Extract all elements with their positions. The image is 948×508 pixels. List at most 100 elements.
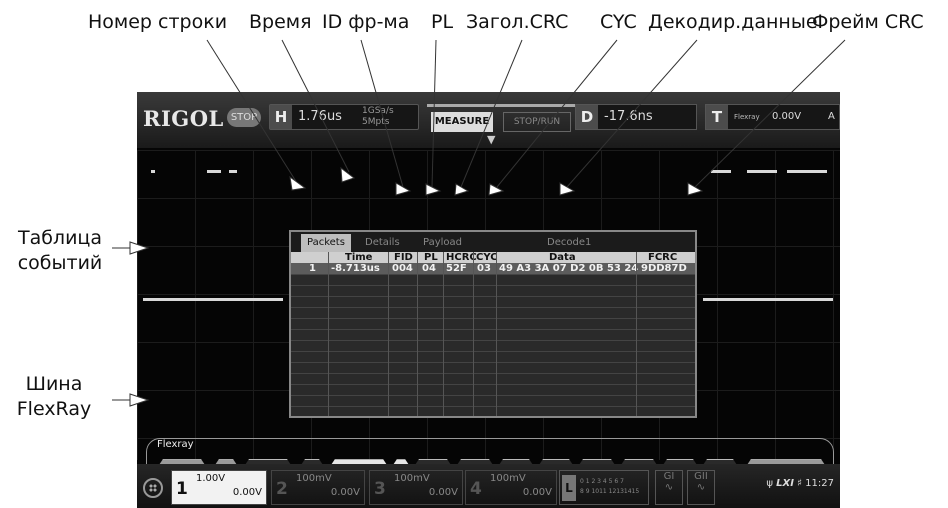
channel-scale: 100mV — [490, 473, 526, 484]
channel-2[interactable]: 2 100mV 0.00V — [271, 470, 365, 505]
empty-rows — [291, 274, 695, 416]
generator-1-button[interactable]: GI ∿ — [655, 470, 683, 505]
cell-fid: 004 — [392, 263, 413, 274]
trigger-source: Flexray — [734, 113, 760, 121]
channel-number: 1 — [176, 479, 188, 499]
anno-row-number: Номер строки — [88, 11, 228, 33]
stop-run-button[interactable]: STOP/RUN — [503, 112, 571, 132]
sine-wave-icon: ∿ — [696, 482, 706, 493]
cell-hcrc: 52F — [446, 263, 467, 274]
bottom-channel-bar: 1 1.00V 0.00V 2 100mV 0.00V 3 100mV 0.00… — [137, 464, 840, 508]
column-divider — [496, 252, 497, 416]
sample-info: 1GSa/s 5Mpts — [362, 106, 394, 128]
memory-depth: 5Mpts — [362, 117, 390, 127]
channel-number: 2 — [276, 479, 288, 499]
tab-packets[interactable]: Packets — [301, 234, 351, 252]
channel-4[interactable]: 4 100mV 0.00V — [465, 470, 557, 505]
trace-fragment — [207, 170, 221, 173]
sine-wave-icon: ∿ — [664, 482, 674, 493]
cell-time: -8.713us — [331, 263, 380, 274]
anno-frame-crc: Фрейм CRC — [812, 11, 924, 33]
waveform-position-bar — [427, 104, 577, 107]
sample-rate: 1GSa/s — [362, 106, 394, 116]
rigol-logo: RIGOL — [143, 106, 224, 131]
col-fid: FID — [394, 252, 413, 263]
channel-number: 4 — [470, 479, 482, 499]
anno-time: Время — [249, 11, 312, 33]
channel-scale: 100mV — [296, 473, 332, 484]
channel-offset: 0.00V — [428, 487, 458, 498]
usb-icon: ψ — [766, 478, 773, 489]
run-state-badge[interactable]: STOP — [227, 108, 261, 127]
waveform-grid: Packets Details Payload Decode1 Time FID… — [137, 150, 840, 490]
tab-details[interactable]: Details — [359, 234, 406, 252]
bus-label: Flexray — [157, 439, 194, 450]
trace-fragment — [229, 170, 237, 173]
cell-fcrc: 9DD87D — [641, 263, 687, 274]
logic-bits: 0 1 2 3 4 5 6 7 8 9 1011 12131415 — [580, 477, 639, 497]
anno-decoded-data: Декодир.данные — [648, 11, 818, 33]
channel-offset: 0.00V — [232, 487, 262, 498]
cell-index: 1 — [309, 263, 316, 274]
generator-2-label: GII — [694, 471, 708, 482]
lxi-logo: LXI — [776, 478, 794, 489]
logic-bits-bottom: 8 9 1011 12131415 — [580, 488, 640, 495]
trigger-mode: A — [828, 111, 835, 122]
col-fcrc: FCRC — [648, 252, 678, 263]
generator-1-label: GI — [663, 471, 675, 482]
column-divider — [636, 252, 637, 416]
event-table[interactable]: Packets Details Payload Decode1 Time FID… — [289, 230, 697, 418]
clock-time: 11:27 — [805, 478, 834, 489]
channel-1[interactable]: 1 1.00V 0.00V — [171, 470, 267, 505]
anno-bus-line2: FlexRay — [16, 398, 92, 420]
horizontal-timebase[interactable]: H 1.76us 1GSa/s 5Mpts — [269, 104, 419, 130]
measure-button[interactable]: MEASURE — [431, 112, 493, 132]
event-table-header: Time FID PL HCRC CYC Data FCRC — [291, 252, 695, 263]
trace-line — [703, 298, 833, 301]
anno-bus: Шина FlexRay — [4, 372, 104, 422]
status-area: ψ LXI ♯ 11:27 — [766, 478, 834, 489]
anno-event-table-line1: Таблица — [17, 227, 103, 249]
col-data: Data — [549, 252, 576, 263]
cell-data: 49 A3 3A 07 D2 0B 53 24 — [499, 263, 639, 274]
horizontal-key: H — [270, 105, 292, 129]
delay-box[interactable]: D -17.6ns — [575, 104, 697, 130]
col-time: Time — [345, 252, 373, 263]
top-status-bar: RIGOL STOP H 1.76us 1GSa/s 5Mpts MEASURE… — [137, 92, 840, 148]
tab-decode1[interactable]: Decode1 — [541, 234, 597, 252]
speaker-icon[interactable]: ♯ — [797, 478, 802, 489]
logic-bits-top: 0 1 2 3 4 5 6 7 — [580, 478, 624, 485]
delay-value: -17.6ns — [604, 109, 653, 124]
column-divider — [473, 252, 474, 416]
anno-cycle: CYC — [600, 11, 637, 33]
column-divider — [388, 252, 389, 416]
trigger-box[interactable]: T Flexray 0.00V A — [705, 104, 840, 130]
channel-scale: 1.00V — [196, 473, 226, 484]
trigger-position-icon: ▼ — [487, 133, 496, 146]
trigger-level: 0.00V — [772, 111, 802, 122]
anno-header-crc: Загол.CRC — [466, 11, 569, 33]
channel-3[interactable]: 3 100mV 0.00V — [369, 470, 463, 505]
column-divider — [328, 252, 329, 416]
channel-number: 3 — [374, 479, 386, 499]
generator-2-button[interactable]: GII ∿ — [687, 470, 715, 505]
tab-payload[interactable]: Payload — [417, 234, 468, 252]
trace-fragment — [787, 170, 827, 173]
logic-key: L — [562, 475, 576, 501]
oscilloscope-screen: RIGOL STOP H 1.76us 1GSa/s 5Mpts MEASURE… — [137, 92, 840, 508]
table-row[interactable]: 1 -8.713us 004 04 52F 03 49 A3 3A 07 D2 … — [291, 263, 695, 274]
trace-fragment — [711, 170, 731, 173]
anno-event-table: Таблица событий — [6, 226, 114, 276]
trigger-key: T — [706, 105, 728, 129]
channel-offset: 0.00V — [330, 487, 360, 498]
delay-key: D — [576, 105, 598, 129]
col-pl: PL — [424, 252, 438, 263]
anno-event-table-line2: событий — [17, 252, 103, 274]
anno-bus-line1: Шина — [25, 373, 83, 395]
home-menu-icon[interactable] — [143, 478, 163, 498]
trace-line — [143, 298, 283, 301]
trace-fragment — [151, 170, 155, 173]
anno-frame-id: ID фр-ма — [322, 11, 410, 33]
logic-analyzer-box[interactable]: L 0 1 2 3 4 5 6 7 8 9 1011 12131415 — [559, 470, 649, 505]
cell-pl: 04 — [422, 263, 436, 274]
